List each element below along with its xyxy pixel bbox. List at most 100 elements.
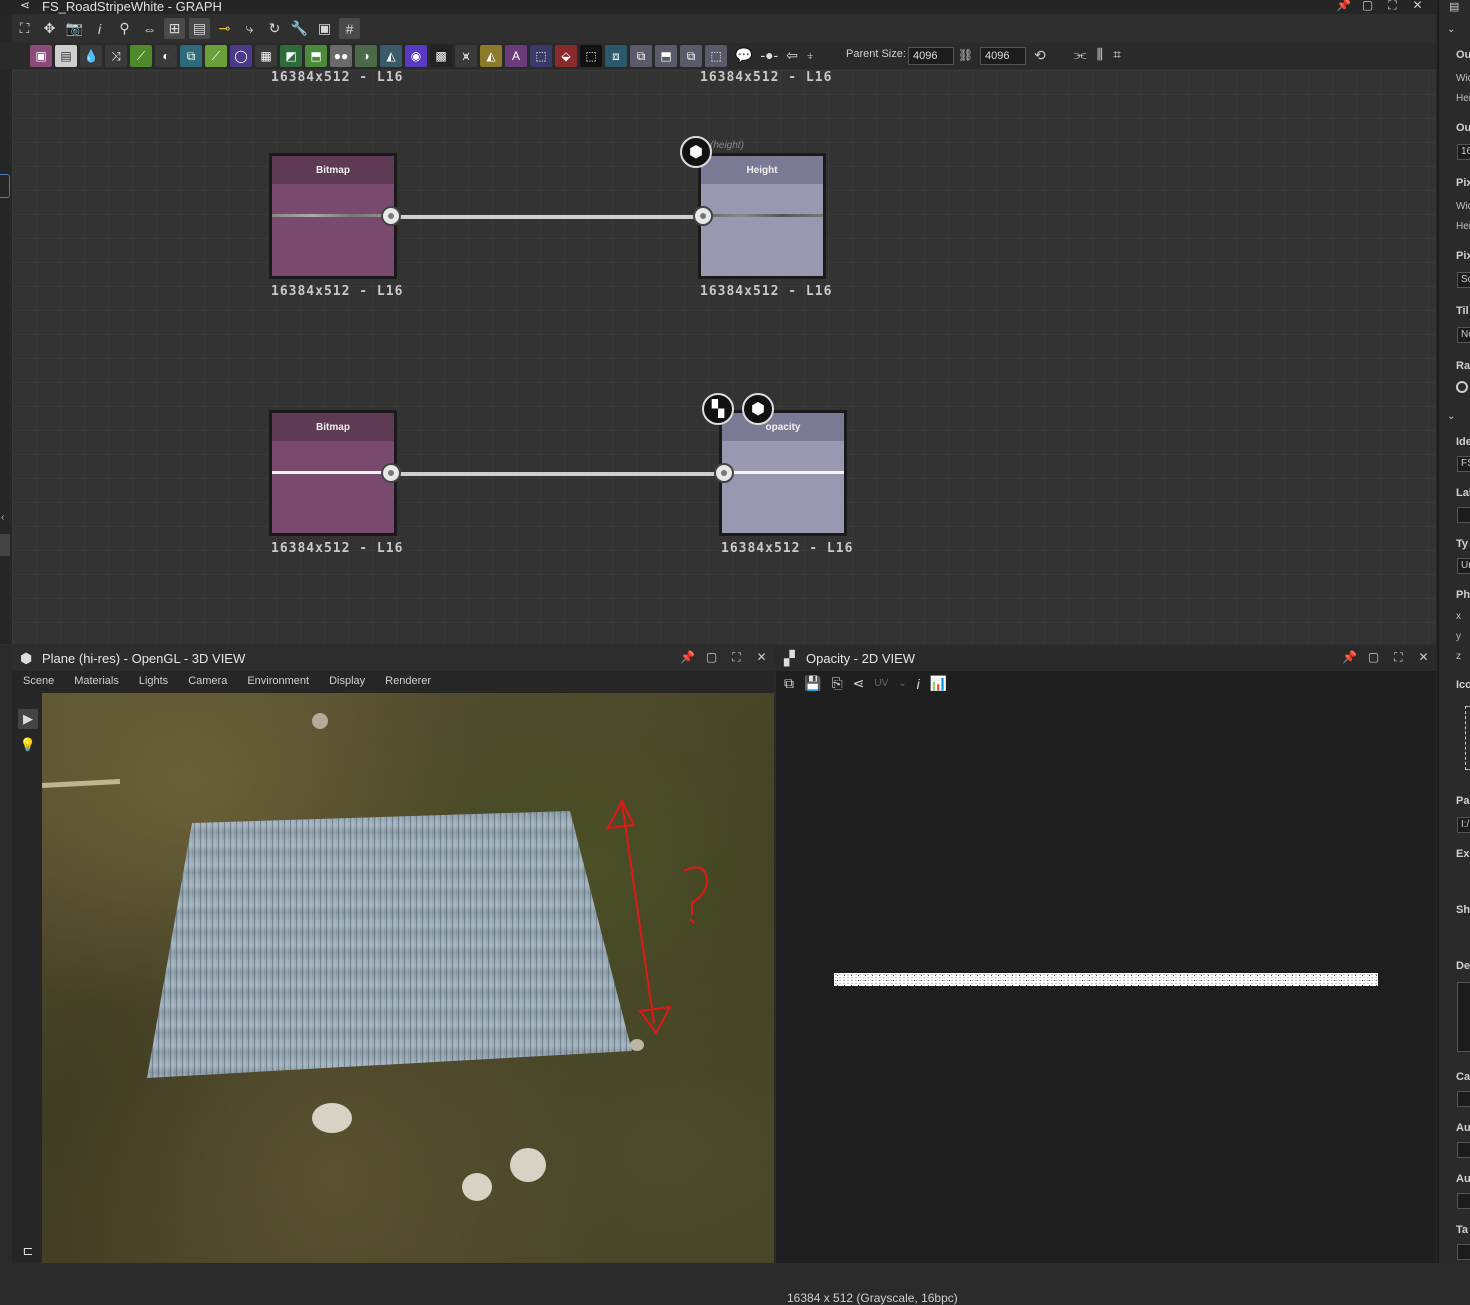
rotate-icon[interactable]: ↻	[264, 18, 285, 39]
histogram-icon[interactable]: 📊	[930, 675, 947, 692]
switch-node-icon[interactable]: ⧉	[630, 45, 652, 67]
menu-scene[interactable]: Scene	[23, 675, 54, 687]
uniform-color-icon[interactable]: 💧	[80, 45, 102, 67]
prop-field[interactable]	[1457, 1091, 1470, 1107]
collapse-chevron-icon[interactable]: ‹	[1, 512, 4, 523]
blur-node-icon[interactable]: ◯	[230, 45, 252, 67]
cube-icon[interactable]: ⬢	[680, 136, 712, 168]
emboss-node-icon[interactable]: ⬚	[530, 45, 552, 67]
prop-field[interactable]: 16	[1457, 144, 1470, 160]
maximize-icon[interactable]: ⛶	[730, 650, 743, 665]
share-icon[interactable]: ⋖	[853, 675, 865, 692]
prop-field[interactable]: Ur	[1457, 558, 1470, 574]
video-camera-icon[interactable]: ▶	[18, 709, 38, 729]
reset-size-icon[interactable]: ⟲	[1034, 47, 1046, 64]
sharpen-node-icon[interactable]: ●●	[330, 45, 352, 67]
float-icon[interactable]: ▢	[1361, 0, 1374, 13]
grid-snap-icon[interactable]: #	[339, 18, 360, 39]
shuffle-icon[interactable]: ⤨	[105, 45, 127, 67]
align-vertical-icon[interactable]: ⫼	[1097, 46, 1103, 63]
input-port[interactable]	[714, 463, 734, 483]
output-node-icon[interactable]: ⬒	[305, 45, 327, 67]
prop-field[interactable]	[1457, 1193, 1470, 1209]
float-icon[interactable]: ▢	[705, 650, 718, 665]
warp-node-icon[interactable]: ◭	[480, 45, 502, 67]
histogram-node-icon[interactable]: ◭	[380, 45, 402, 67]
menu-display[interactable]: Display	[329, 675, 365, 687]
camera-icon[interactable]: 📷	[64, 18, 85, 39]
gradient-map-icon[interactable]: ⟋	[205, 45, 227, 67]
transform-node-icon[interactable]: ⧉	[180, 45, 202, 67]
prop-field[interactable]: No	[1457, 327, 1470, 343]
description-field[interactable]	[1457, 982, 1470, 1052]
search-icon[interactable]: ⚲	[114, 18, 135, 39]
normal-node-icon[interactable]: ◑	[355, 45, 377, 67]
light-bulb-icon[interactable]: 💡	[18, 735, 38, 755]
frame-all-icon[interactable]: ⛶	[14, 18, 35, 39]
info-icon[interactable]: i	[89, 18, 110, 39]
graph-canvas[interactable]: 16384x512 - L16 16384x512 - L16 Bitmap 1…	[12, 70, 1436, 644]
output-port[interactable]	[381, 463, 401, 483]
hierarchy-icon[interactable]: ⊏	[18, 1241, 38, 1261]
align-icon[interactable]: ⇔	[139, 18, 160, 39]
connection-wire[interactable]	[400, 472, 722, 476]
pan-icon[interactable]: ✥	[39, 18, 60, 39]
distribute-icon[interactable]: ⌗	[1113, 46, 1121, 63]
close-icon[interactable]: ✕	[755, 650, 768, 665]
prop-field[interactable]: Sc	[1457, 272, 1470, 288]
prop-field[interactable]	[1457, 1142, 1470, 1158]
align-horizontal-icon[interactable]: ⫘	[1074, 46, 1087, 63]
output-port[interactable]	[381, 206, 401, 226]
export-icon[interactable]: ⧉	[784, 675, 794, 692]
prop-field[interactable]	[1457, 1244, 1470, 1260]
pin-icon[interactable]: 📌	[1342, 650, 1357, 665]
output-size-select[interactable]: 4096	[980, 47, 1026, 65]
info-icon[interactable]: i	[917, 676, 920, 692]
maximize-icon[interactable]: ⛶	[1392, 650, 1405, 665]
prop-field[interactable]: FS	[1457, 456, 1470, 472]
fill-node-icon[interactable]: ⬙	[555, 45, 577, 67]
radio-button[interactable]	[1456, 381, 1468, 393]
list-layout-icon[interactable]: ▤	[189, 18, 210, 39]
dock-tab[interactable]	[0, 174, 10, 198]
input-node-icon[interactable]: ⬚	[705, 45, 727, 67]
frame-node-icon[interactable]: ⇦	[786, 47, 798, 64]
bitmap-node-icon[interactable]: ▣	[30, 45, 52, 67]
input-port[interactable]	[693, 206, 713, 226]
snapshot-icon[interactable]: ▣	[314, 18, 335, 39]
menu-renderer[interactable]: Renderer	[385, 675, 431, 687]
distance-node-icon[interactable]: ⧈	[605, 45, 627, 67]
pin-icon[interactable]: 📌	[1336, 0, 1351, 13]
hsl-node-icon[interactable]: ◉	[405, 45, 427, 67]
copy-icon[interactable]: ⎘	[831, 675, 842, 692]
menu-materials[interactable]: Materials	[74, 675, 119, 687]
wrench-icon[interactable]: 🔧	[289, 18, 310, 39]
pin-node-icon[interactable]: ⍖	[806, 47, 814, 64]
prop-field[interactable]: I:/	[1457, 817, 1470, 833]
dot-node-icon[interactable]: -●-	[760, 47, 778, 64]
graph-layout-icon[interactable]: ⊞	[164, 18, 185, 39]
connection-icon[interactable]: ⊸	[214, 18, 235, 39]
pixel-processor-icon[interactable]: ⬚	[580, 45, 602, 67]
link-icon[interactable]: ⤷	[239, 18, 260, 39]
gradient-dynamic-icon[interactable]: ⧉	[680, 45, 702, 67]
2d-viewport[interactable]: 16384 x 512 (Grayscale, 16bpc)	[776, 695, 1436, 1305]
svg-node-icon[interactable]: ▤	[55, 45, 77, 67]
comment-icon[interactable]: 💬	[735, 47, 752, 64]
float-icon[interactable]: ▢	[1367, 650, 1380, 665]
bitmap-node[interactable]: Bitmap	[269, 410, 397, 536]
fx-map-icon[interactable]: ⩙	[455, 45, 477, 67]
noise-node-icon[interactable]: ▩	[430, 45, 452, 67]
3d-viewport[interactable]	[42, 693, 774, 1263]
pin-icon[interactable]: 📌	[680, 650, 695, 665]
dock-handle[interactable]	[0, 534, 10, 556]
close-icon[interactable]: ✕	[1417, 650, 1430, 665]
icon-drop-zone[interactable]	[1465, 706, 1470, 770]
chevron-down-icon[interactable]: ⌄	[1447, 24, 1455, 35]
parent-size-select[interactable]: 4096	[908, 47, 954, 65]
text-node-icon[interactable]: A	[505, 45, 527, 67]
levels-node-icon[interactable]: ◐	[155, 45, 177, 67]
connection-wire[interactable]	[400, 215, 700, 219]
cube-icon[interactable]: ⬢	[742, 393, 774, 425]
opacity-output-node[interactable]: opacity	[719, 410, 847, 536]
